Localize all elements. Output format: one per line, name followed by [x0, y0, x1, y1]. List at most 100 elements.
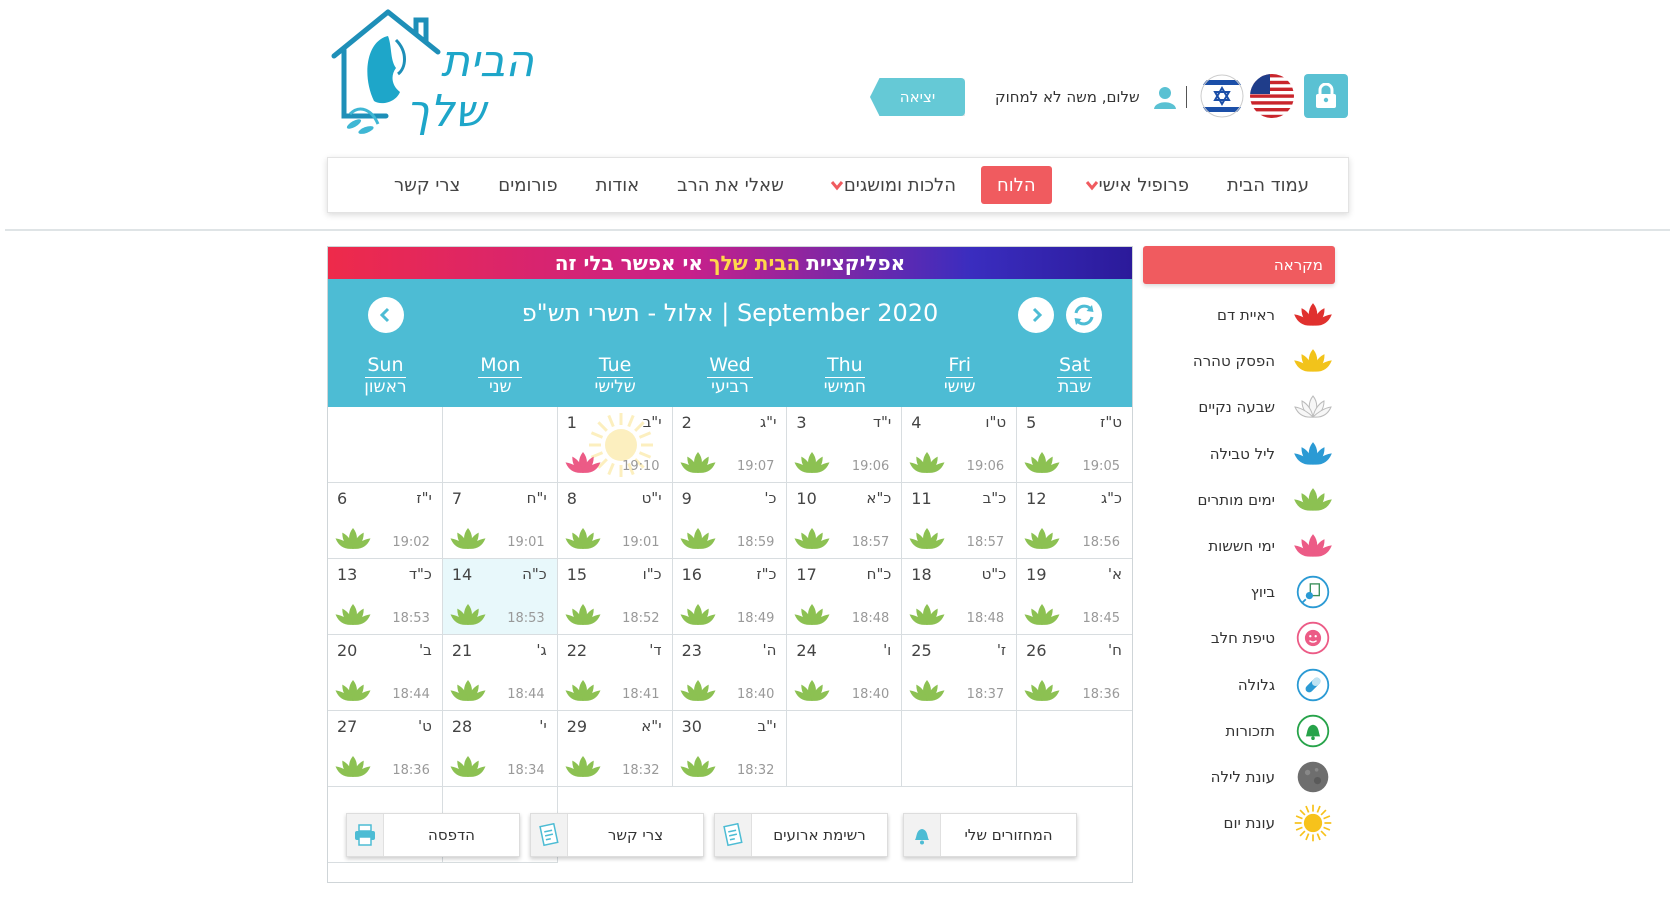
calendar-day-cell[interactable]: 7 י"ח 19:01: [442, 483, 558, 559]
day-number: 24: [796, 641, 817, 660]
cycles-label: המחזורים שלי: [964, 826, 1053, 844]
hebrew-date: כ"ח: [866, 565, 892, 583]
logout-button[interactable]: יציאה: [870, 78, 965, 116]
calendar-day-cell[interactable]: 2 י"ג 19:07: [672, 407, 788, 483]
my-cycles-button[interactable]: המחזורים שלי: [903, 813, 1077, 857]
calendar-day-cell[interactable]: 20 ב' 18:44: [328, 635, 443, 711]
calendar-day-cell[interactable]: 27 ט' 18:36: [328, 711, 443, 787]
hebrew-date: י"ב: [757, 717, 777, 735]
israel-flag-icon[interactable]: [1200, 74, 1244, 118]
nav-forums[interactable]: פורומים: [479, 166, 576, 204]
banner-text-2: אי אפשר בלי זה: [554, 251, 703, 275]
contact-button[interactable]: צרי קשר: [530, 813, 704, 857]
lotus-green-icon: [793, 678, 831, 704]
calendar-day-cell[interactable]: 13 כ"ד 18:53: [328, 559, 443, 635]
calendar-day-cell[interactable]: 29 י"א 18:32: [557, 711, 673, 787]
nav-profile[interactable]: פרופיל אישי: [1058, 166, 1208, 204]
calendar-day-cell[interactable]: 9 כ' 18:59: [672, 483, 788, 559]
nav-about-label: אודות: [595, 174, 640, 196]
refresh-button[interactable]: [1066, 297, 1102, 333]
calendar-day-cell[interactable]: 14 כ"ה 18:53: [442, 559, 558, 635]
lotus-green-icon: [908, 526, 946, 552]
legend-item: גלולה: [1143, 662, 1335, 708]
sunset-time: 18:41: [622, 687, 660, 702]
calendar-day-cell[interactable]: 1 י"ב 19:10: [557, 407, 673, 483]
weekday-en: Sun: [365, 354, 406, 378]
calendar-day-cell[interactable]: 28 י' 18:34: [442, 711, 558, 787]
weekday-he: שישי: [943, 376, 976, 397]
nav-ask-rabbi[interactable]: שאלי את הרב: [658, 166, 803, 204]
legend-label: תזכורות: [1225, 721, 1275, 740]
calendar-cell-empty: [902, 711, 1018, 787]
lock-button[interactable]: [1304, 74, 1348, 118]
hebrew-date: כ"ב: [982, 489, 1007, 507]
us-flag-icon[interactable]: [1250, 74, 1294, 118]
calendar-day-cell[interactable]: 21 ג' 18:44: [442, 635, 558, 711]
calendar-day-cell[interactable]: 12 כ"ג 18:56: [1017, 483, 1132, 559]
day-number: 1: [566, 413, 577, 432]
hebrew-date: ט"ז: [1100, 413, 1122, 431]
hebrew-date: ב': [419, 641, 432, 659]
hebrew-date: ג': [536, 641, 547, 659]
day-number: 12: [1026, 489, 1047, 508]
sunset-time: 18:32: [622, 763, 660, 778]
nav-home[interactable]: עמוד הבית: [1208, 166, 1328, 204]
hebrew-date: כ"ז: [756, 565, 777, 583]
top-controls: יציאה שלום, משה לא למחוק: [870, 74, 1350, 122]
calendar-day-cell[interactable]: 6 י"ז 19:02: [328, 483, 443, 559]
nav-about[interactable]: אודות: [577, 166, 659, 204]
calendar-day-cell[interactable]: 23 ה' 18:40: [672, 635, 788, 711]
calendar-day-cell[interactable]: 15 כ"ו 18:52: [557, 559, 673, 635]
chevron-right-icon: [1032, 307, 1043, 323]
calendar-day-cell[interactable]: 4 ט"ו 19:06: [902, 407, 1018, 483]
sunset-time: 18:57: [851, 535, 890, 550]
user-icon[interactable]: [1152, 84, 1178, 110]
next-month-button[interactable]: [1018, 297, 1054, 333]
day-number: 10: [796, 489, 817, 508]
legend-item: הפסק טהרה: [1143, 338, 1335, 384]
promo-banner[interactable]: אפליקציית הבית שלך אי אפשר בלי זה: [328, 247, 1132, 279]
calendar-day-cell[interactable]: 5 ט"ז 19:05: [1017, 407, 1132, 483]
nav-halachot[interactable]: הלכות ומושגים: [803, 166, 975, 204]
hebrew-date: י"ז: [416, 489, 432, 507]
hebrew-date: י"ב: [642, 413, 662, 431]
nav-contact[interactable]: צרי קשר: [375, 166, 479, 204]
lotus-green-icon: [793, 450, 831, 476]
sunset-time: 18:44: [392, 687, 430, 702]
day-number: 7: [451, 489, 463, 508]
legend-label: ימי חששות: [1208, 537, 1275, 556]
calendar-day-cell[interactable]: 30 י"ב 18:32: [672, 711, 788, 787]
nav-forums-label: פורומים: [498, 174, 558, 196]
calendar-day-cell[interactable]: 16 כ"ז 18:49: [672, 559, 788, 635]
legend-item: ימים מותרים: [1143, 477, 1335, 523]
hebrew-date: ט"ו: [985, 413, 1007, 431]
calendar-day-cell[interactable]: 3 י"ד 19:06: [787, 407, 903, 483]
weekday-tue: Tue שלישי: [558, 354, 673, 397]
hebrew-date: ח': [1108, 641, 1122, 659]
lotus-green-icon: [564, 754, 602, 780]
calendar-day-cell[interactable]: 17 כ"ח 18:48: [787, 559, 903, 635]
hebrew-date: ט': [417, 717, 432, 735]
legend-label: ליל טבילה: [1209, 444, 1275, 463]
logo[interactable]: הבית שלך: [326, 6, 556, 154]
ovulation-icon: [1293, 572, 1333, 612]
calendar-day-cell[interactable]: 8 י"ט 19:01: [557, 483, 673, 559]
calendar-day-cell[interactable]: 24 ו' 18:40: [787, 635, 903, 711]
calendar-day-cell[interactable]: 25 ז' 18:37: [902, 635, 1018, 711]
calendar-day-cell[interactable]: 26 ח' 18:36: [1017, 635, 1132, 711]
calendar-day-cell[interactable]: 19 א' 18:45: [1017, 559, 1132, 635]
print-button[interactable]: הדפסה: [346, 813, 520, 857]
calendar-day-cell[interactable]: 22 ד' 18:41: [557, 635, 673, 711]
calendar-day-cell[interactable]: 11 כ"ב 18:57: [902, 483, 1018, 559]
sunset-time: 18:44: [507, 687, 545, 702]
lotus-green-icon: [334, 678, 372, 704]
calendar-day-cell[interactable]: 18 כ"ט 18:48: [902, 559, 1018, 635]
day-number: 30: [681, 717, 702, 736]
nav-profile-label: פרופיל אישי: [1098, 174, 1190, 196]
legend-label: ביוץ: [1250, 583, 1275, 602]
legend-label: טיפת חלב: [1210, 629, 1275, 648]
calendar-day-cell[interactable]: 10 כ"א 18:57: [787, 483, 903, 559]
nav-calendar[interactable]: הלוח: [981, 166, 1052, 204]
day-number: 23: [681, 641, 702, 660]
events-button[interactable]: רשימת ארועים: [714, 813, 888, 857]
